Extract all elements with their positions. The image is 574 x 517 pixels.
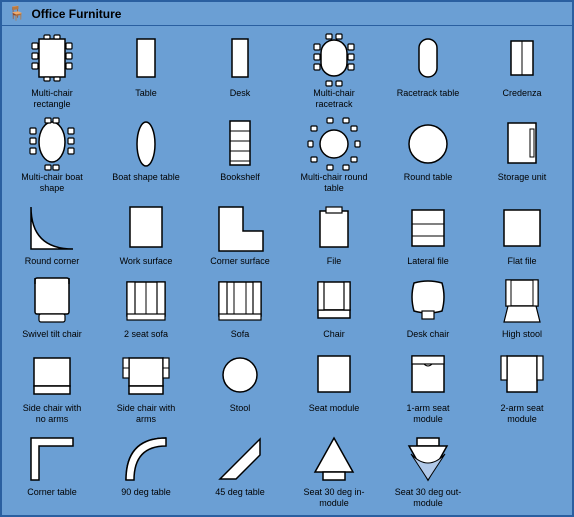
- item-flat-file[interactable]: Flat file: [476, 198, 568, 269]
- label-boat-shape-table: Boat shape table: [112, 172, 180, 183]
- item-seat-30-deg-out[interactable]: Seat 30 deg out-module: [382, 429, 474, 511]
- label-work-surface: Work surface: [120, 256, 173, 267]
- item-work-surface[interactable]: Work surface: [100, 198, 192, 269]
- label-multi-chair-racetrack: Multi-chair racetrack: [299, 88, 369, 110]
- label-round-table: Round table: [404, 172, 453, 183]
- item-multi-chair-round-table[interactable]: Multi-chair round table: [288, 114, 380, 196]
- item-storage-unit[interactable]: Storage unit: [476, 114, 568, 196]
- item-seat-30-deg-in[interactable]: Seat 30 deg in-module: [288, 429, 380, 511]
- label-side-chair-no-arms: Side chair with no arms: [17, 403, 87, 425]
- label-table: Table: [135, 88, 157, 99]
- label-storage-unit: Storage unit: [498, 172, 547, 183]
- label-racetrack-table: Racetrack table: [397, 88, 460, 99]
- item-seat-module[interactable]: Seat module: [288, 345, 380, 427]
- item-sofa[interactable]: Sofa: [194, 271, 286, 342]
- item-2-arm-seat-module[interactable]: 2-arm seat module: [476, 345, 568, 427]
- label-1-arm-seat-module: 1-arm seat module: [393, 403, 463, 425]
- label-2-seat-sofa: 2 seat sofa: [124, 329, 168, 340]
- label-desk: Desk: [230, 88, 251, 99]
- label-corner-table: Corner table: [27, 487, 77, 498]
- item-empty: [476, 429, 568, 511]
- label-chair: Chair: [323, 329, 345, 340]
- item-round-corner[interactable]: Round corner: [6, 198, 98, 269]
- label-lateral-file: Lateral file: [407, 256, 449, 267]
- item-multi-chair-boat-shape[interactable]: Multi-chair boat shape: [6, 114, 98, 196]
- label-45-deg-table: 45 deg table: [215, 487, 265, 498]
- label-file: File: [327, 256, 342, 267]
- item-bookshelf[interactable]: Bookshelf: [194, 114, 286, 196]
- label-seat-30-deg-in: Seat 30 deg in-module: [299, 487, 369, 509]
- item-multi-chair-rectangle[interactable]: Multi-chair rectangle: [6, 30, 98, 112]
- item-racetrack-table[interactable]: Racetrack table: [382, 30, 474, 112]
- item-side-chair-arms[interactable]: Side chair with arms: [100, 345, 192, 427]
- label-swivel-tilt-chair: Swivel tilt chair: [22, 329, 82, 340]
- window-title: Office Furniture: [31, 7, 121, 21]
- item-lateral-file[interactable]: Lateral file: [382, 198, 474, 269]
- label-round-corner: Round corner: [25, 256, 80, 267]
- label-sofa: Sofa: [231, 329, 250, 340]
- item-desk[interactable]: Desk: [194, 30, 286, 112]
- label-seat-30-deg-out: Seat 30 deg out-module: [393, 487, 463, 509]
- item-file[interactable]: File: [288, 198, 380, 269]
- item-corner-surface[interactable]: Corner surface: [194, 198, 286, 269]
- item-2-seat-sofa[interactable]: 2 seat sofa: [100, 271, 192, 342]
- item-90-deg-table[interactable]: 90 deg table: [100, 429, 192, 511]
- item-boat-shape-table[interactable]: Boat shape table: [100, 114, 192, 196]
- label-multi-chair-rectangle: Multi-chair rectangle: [17, 88, 87, 110]
- label-stool: Stool: [230, 403, 251, 414]
- furniture-grid: Multi-chair rectangle Table Desk: [2, 26, 572, 515]
- item-round-table[interactable]: Round table: [382, 114, 474, 196]
- office-furniture-window: 🪑 Office Furniture: [0, 0, 574, 517]
- label-side-chair-arms: Side chair with arms: [111, 403, 181, 425]
- item-credenza[interactable]: Credenza: [476, 30, 568, 112]
- label-desk-chair: Desk chair: [407, 329, 450, 340]
- item-corner-table[interactable]: Corner table: [6, 429, 98, 511]
- label-multi-chair-round-table: Multi-chair round table: [299, 172, 369, 194]
- item-chair[interactable]: Chair: [288, 271, 380, 342]
- label-bookshelf: Bookshelf: [220, 172, 260, 183]
- item-1-arm-seat-module[interactable]: 1-arm seat module: [382, 345, 474, 427]
- item-45-deg-table[interactable]: 45 deg table: [194, 429, 286, 511]
- label-high-stool: High stool: [502, 329, 542, 340]
- label-credenza: Credenza: [502, 88, 541, 99]
- label-flat-file: Flat file: [507, 256, 536, 267]
- label-corner-surface: Corner surface: [210, 256, 270, 267]
- item-stool[interactable]: Stool: [194, 345, 286, 427]
- item-table[interactable]: Table: [100, 30, 192, 112]
- label-90-deg-table: 90 deg table: [121, 487, 171, 498]
- label-multi-chair-boat-shape: Multi-chair boat shape: [17, 172, 87, 194]
- item-swivel-tilt-chair[interactable]: Swivel tilt chair: [6, 271, 98, 342]
- item-side-chair-no-arms[interactable]: Side chair with no arms: [6, 345, 98, 427]
- label-2-arm-seat-module: 2-arm seat module: [487, 403, 557, 425]
- item-multi-chair-racetrack[interactable]: Multi-chair racetrack: [288, 30, 380, 112]
- label-seat-module: Seat module: [309, 403, 360, 414]
- item-desk-chair[interactable]: Desk chair: [382, 271, 474, 342]
- window-icon: 🪑: [8, 5, 25, 22]
- item-high-stool[interactable]: High stool: [476, 271, 568, 342]
- title-bar: 🪑 Office Furniture: [2, 2, 572, 26]
